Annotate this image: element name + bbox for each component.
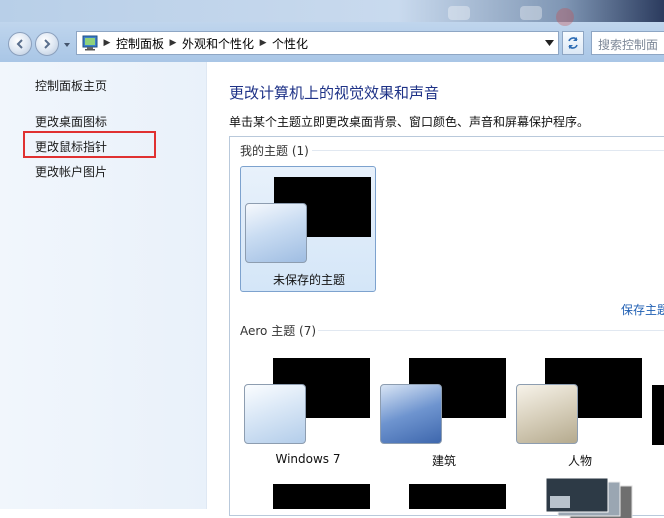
theme-name: 建筑 xyxy=(431,454,456,468)
theme-tile-architecture[interactable]: 建筑 xyxy=(376,348,512,474)
photo-stack-theme-icon[interactable] xyxy=(540,478,636,518)
background-window-close xyxy=(556,8,574,26)
background-window-control xyxy=(520,6,542,20)
change-account-picture-link[interactable]: 更改帐户图片 xyxy=(35,163,107,180)
back-button[interactable] xyxy=(8,32,32,56)
theme-tile-unsaved[interactable]: 未保存的主题 xyxy=(240,166,376,292)
control-panel-home-link[interactable]: 控制面板主页 xyxy=(35,77,107,94)
theme-name: 未保存的主题 xyxy=(272,273,345,287)
breadcrumb-appearance[interactable]: 外观和个性化 xyxy=(180,35,256,52)
address-dropdown-icon[interactable] xyxy=(545,39,554,47)
theme-preview-partial[interactable] xyxy=(409,484,506,509)
arrow-left-icon xyxy=(16,39,23,49)
breadcrumb-separator[interactable]: ▶ xyxy=(256,38,270,48)
control-panel-icon xyxy=(82,35,98,51)
highlight-annotation-box xyxy=(23,131,156,158)
navigation-bar: ▶ 控制面板 ▶ 外观和个性化 ▶ 个性化 搜索控制面 xyxy=(0,0,664,62)
theme-window-preview xyxy=(244,384,306,444)
page-description: 单击某个主题立即更改桌面背景、窗口颜色、声音和屏幕保护程序。 xyxy=(229,115,590,129)
group-divider xyxy=(318,330,664,331)
recent-pages-dropdown-icon[interactable] xyxy=(62,40,72,50)
theme-preview-partial[interactable] xyxy=(273,484,370,509)
aero-themes-group-label: Aero 主题 (7) xyxy=(240,324,317,338)
breadcrumb-personalization[interactable]: 个性化 xyxy=(270,35,310,52)
my-themes-group-label: 我的主题 (1) xyxy=(240,144,309,158)
change-desktop-icons-link[interactable]: 更改桌面图标 xyxy=(35,113,107,130)
address-bar[interactable]: ▶ 控制面板 ▶ 外观和个性化 ▶ 个性化 xyxy=(76,31,559,55)
page-title: 更改计算机上的视觉效果和声音 xyxy=(229,84,440,102)
theme-window-preview xyxy=(245,203,307,263)
theme-tile-characters[interactable]: 人物 xyxy=(512,348,648,474)
breadcrumb-separator[interactable]: ▶ xyxy=(100,38,114,48)
theme-name: Windows 7 xyxy=(275,452,341,466)
group-divider xyxy=(312,150,664,151)
breadcrumb-separator[interactable]: ▶ xyxy=(166,38,180,48)
forward-button[interactable] xyxy=(35,32,59,56)
arrow-right-icon xyxy=(44,39,51,49)
search-input[interactable]: 搜索控制面 xyxy=(591,31,664,55)
theme-name: 人物 xyxy=(567,454,592,468)
refresh-icon xyxy=(568,37,578,49)
refresh-button[interactable] xyxy=(562,31,584,55)
breadcrumb-control-panel[interactable]: 控制面板 xyxy=(114,35,166,52)
theme-window-preview xyxy=(380,384,442,444)
theme-tile-windows7[interactable]: Windows 7 xyxy=(240,348,376,474)
theme-preview-partial[interactable] xyxy=(652,385,664,445)
save-theme-link[interactable]: 保存主题 xyxy=(621,301,664,318)
theme-window-preview xyxy=(516,384,578,444)
background-window-control xyxy=(448,6,470,20)
